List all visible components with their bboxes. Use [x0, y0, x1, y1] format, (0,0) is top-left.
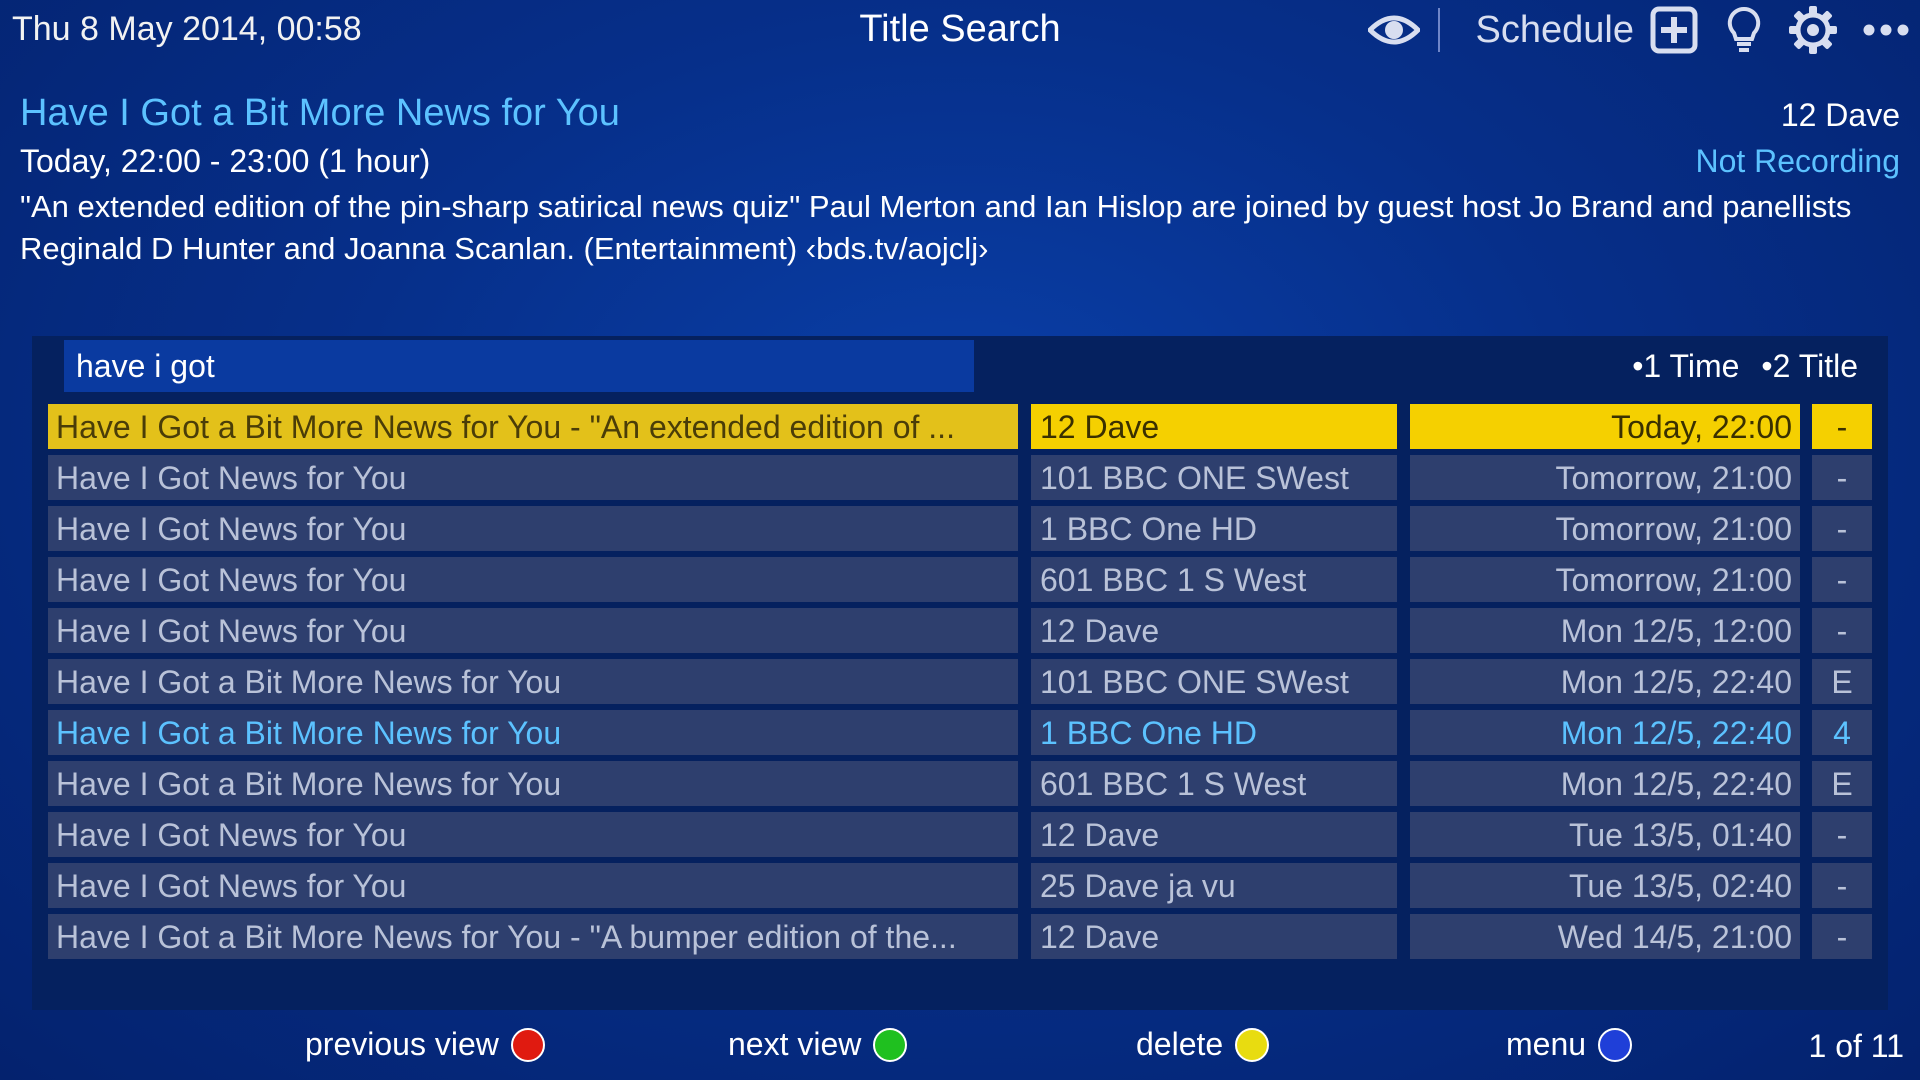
programme-time: Today, 22:00 - 23:00 (1 hour): [20, 143, 431, 179]
result-row[interactable]: Have I Got News for You 1 BBC One HD Tom…: [48, 506, 1872, 551]
gear-icon[interactable]: [1788, 5, 1838, 55]
result-channel: 12 Dave: [1031, 812, 1397, 857]
previous-view-label: previous view: [305, 1026, 499, 1062]
result-row[interactable]: Have I Got a Bit More News for You - "A …: [48, 914, 1872, 959]
result-row[interactable]: Have I Got a Bit More News for You 101 B…: [48, 659, 1872, 704]
result-title: Have I Got News for You: [48, 557, 1018, 602]
result-flag: -: [1812, 404, 1872, 449]
result-time: Tue 13/5, 02:40: [1410, 863, 1800, 908]
eye-icon[interactable]: [1367, 10, 1420, 50]
result-time: Tomorrow, 21:00: [1410, 506, 1800, 551]
result-title: Have I Got News for You: [48, 812, 1018, 857]
result-flag: -: [1812, 455, 1872, 500]
result-row[interactable]: Have I Got a Bit More News for You - "An…: [48, 404, 1872, 449]
result-channel: 12 Dave: [1031, 404, 1397, 449]
result-row[interactable]: Have I Got News for You 101 BBC ONE SWes…: [48, 455, 1872, 500]
result-flag: -: [1812, 608, 1872, 653]
next-view-button[interactable]: next view: [728, 1026, 908, 1063]
result-flag: E: [1812, 761, 1872, 806]
result-row[interactable]: Have I Got a Bit More News for You 601 B…: [48, 761, 1872, 806]
footer-bar: previous view next view delete menu 1 of…: [0, 1022, 1920, 1078]
top-icons: Schedule: [1367, 4, 1910, 56]
result-channel: 101 BBC ONE SWest: [1031, 455, 1397, 500]
result-flag: 4: [1812, 710, 1872, 755]
result-time: Today, 22:00: [1410, 404, 1800, 449]
result-row[interactable]: Have I Got News for You 601 BBC 1 S West…: [48, 557, 1872, 602]
top-bar: Thu 8 May 2014, 00:58 Title Search Sched…: [0, 0, 1920, 60]
result-channel: 12 Dave: [1031, 608, 1397, 653]
blue-button-icon: [1598, 1027, 1633, 1062]
result-title: Have I Got News for You: [48, 455, 1018, 500]
result-channel: 1 BBC One HD: [1031, 710, 1397, 755]
result-title: Have I Got a Bit More News for You: [48, 659, 1018, 704]
result-channel: 12 Dave: [1031, 914, 1397, 959]
result-row[interactable]: Have I Got News for You 25 Dave ja vu Tu…: [48, 863, 1872, 908]
sort-option-title[interactable]: •2 Title: [1761, 348, 1858, 385]
result-channel: 601 BBC 1 S West: [1031, 557, 1397, 602]
result-channel: 601 BBC 1 S West: [1031, 761, 1397, 806]
schedule-label[interactable]: Schedule: [1476, 9, 1634, 52]
result-time: Mon 12/5, 22:40: [1410, 710, 1800, 755]
result-flag: E: [1812, 659, 1872, 704]
result-row[interactable]: Have I Got News for You 12 Dave Tue 13/5…: [48, 812, 1872, 857]
result-title: Have I Got News for You: [48, 506, 1018, 551]
result-time: Tomorrow, 21:00: [1410, 455, 1800, 500]
result-time: Tomorrow, 21:00: [1410, 557, 1800, 602]
lightbulb-icon[interactable]: [1726, 5, 1762, 55]
result-flag: -: [1812, 812, 1872, 857]
page-indicator: 1 of 11: [1808, 1028, 1904, 1064]
result-time: Tue 13/5, 01:40: [1410, 812, 1800, 857]
result-flag: -: [1812, 506, 1872, 551]
previous-view-button[interactable]: previous view: [305, 1026, 545, 1063]
programme-channel: 12 Dave: [1780, 97, 1900, 133]
green-button-icon: [873, 1027, 908, 1062]
programme-description: "An extended edition of the pin-sharp sa…: [20, 189, 1852, 266]
yellow-button-icon: [1235, 1027, 1270, 1062]
search-results-panel: have i got •1 Time •2 Title Have I Got a…: [32, 336, 1888, 1010]
result-title: Have I Got News for You: [48, 863, 1018, 908]
sort-option-time[interactable]: •1 Time: [1632, 348, 1739, 385]
result-title: Have I Got a Bit More News for You: [48, 710, 1018, 755]
menu-button[interactable]: menu: [1506, 1026, 1633, 1063]
programme-title: Have I Got a Bit More News for You: [20, 92, 620, 134]
delete-label: delete: [1136, 1026, 1224, 1062]
result-time: Mon 12/5, 22:40: [1410, 761, 1800, 806]
menu-label: menu: [1506, 1026, 1587, 1062]
result-time: Mon 12/5, 12:00: [1410, 608, 1800, 653]
result-row[interactable]: Have I Got a Bit More News for You 1 BBC…: [48, 710, 1872, 755]
result-title: Have I Got News for You: [48, 608, 1018, 653]
result-title: Have I Got a Bit More News for You - "An…: [48, 404, 1018, 449]
result-flag: -: [1812, 863, 1872, 908]
result-time: Mon 12/5, 22:40: [1410, 659, 1800, 704]
red-button-icon: [510, 1027, 545, 1062]
result-flag: -: [1812, 557, 1872, 602]
result-flag: -: [1812, 914, 1872, 959]
sort-options: •1 Time •2 Title: [1632, 348, 1858, 385]
recording-status: Not Recording: [1695, 143, 1900, 179]
delete-button[interactable]: delete: [1136, 1026, 1270, 1063]
more-dots-icon[interactable]: [1862, 23, 1910, 37]
plus-box-icon[interactable]: [1650, 6, 1698, 54]
result-channel: 1 BBC One HD: [1031, 506, 1397, 551]
result-time: Wed 14/5, 21:00: [1410, 914, 1800, 959]
toolbar-divider: [1437, 8, 1440, 52]
search-query[interactable]: have i got: [76, 348, 215, 385]
result-title: Have I Got a Bit More News for You - "A …: [48, 914, 1018, 959]
result-channel: 25 Dave ja vu: [1031, 863, 1397, 908]
result-row[interactable]: Have I Got News for You 12 Dave Mon 12/5…: [48, 608, 1872, 653]
result-title: Have I Got a Bit More News for You: [48, 761, 1018, 806]
next-view-label: next view: [728, 1026, 862, 1062]
result-channel: 101 BBC ONE SWest: [1031, 659, 1397, 704]
